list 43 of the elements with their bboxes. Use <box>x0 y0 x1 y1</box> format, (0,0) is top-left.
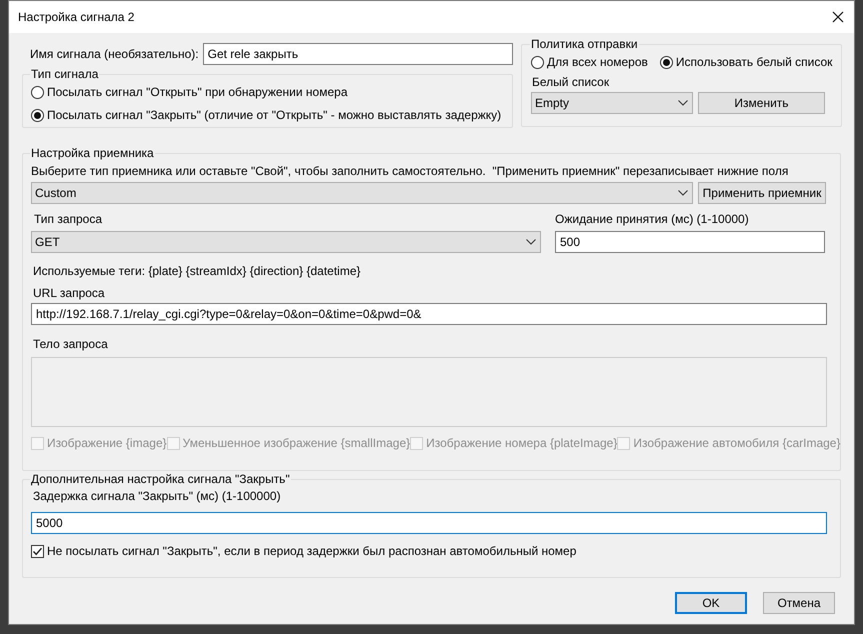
dropdown[interactable]: Custom <box>31 182 693 204</box>
chevron-down-icon <box>678 190 688 196</box>
group-title: Дополнительная настройка сигнала "Закрыть" <box>30 473 291 485</box>
chevron-down-icon <box>678 100 688 106</box>
group-title: Тип сигнала <box>30 68 100 80</box>
tags-text: Используемые теги: {plate} {streamIdx} {direction} {datetime} <box>32 263 362 280</box>
button[interactable]: Изменить <box>698 92 825 114</box>
radio-label: Использовать белый список <box>676 54 832 71</box>
field-label: Тип запроса <box>33 211 104 228</box>
radio-button[interactable] <box>531 56 544 68</box>
input-field[interactable]: 500 <box>555 231 825 253</box>
checkbox[interactable] <box>31 544 44 558</box>
checkbox-label: Изображение {image} <box>47 435 167 452</box>
field-label: Ожидание принятия (мс) (1-10000) <box>555 211 750 228</box>
radio-label: Посылать сигнал "Закрыть" (отличие от "Открыть" - можно выставлять задержку) <box>47 107 502 124</box>
dropdown[interactable]: Empty <box>531 92 693 114</box>
close-icon[interactable] <box>832 11 844 23</box>
checkbox-label: Уменьшенное изображение {smallImage} <box>182 435 410 452</box>
radio-button[interactable] <box>31 108 44 122</box>
radio-label: Для всех номеров <box>547 54 648 71</box>
input-field[interactable]: http://192.168.7.1/relay_cgi.cgi?type=0&relay=0&on=0&time=0&pwd=0& <box>31 303 827 325</box>
checkbox-label: Изображение автомобиля {carImage} <box>633 435 840 452</box>
input-field[interactable]: Get rele закрыть <box>202 42 513 64</box>
window-title: Настройка сигнала 2 <box>18 9 134 26</box>
button[interactable]: OK <box>675 592 747 614</box>
checkbox-label: Не посылать сигнал "Закрыть", если в период задержки был распознан автомобильный номер <box>47 543 576 560</box>
field-label: Тело запроса <box>32 336 109 353</box>
button[interactable]: Применить приемник <box>698 182 826 204</box>
radio-button[interactable] <box>31 86 44 98</box>
input-field[interactable]: 5000 <box>31 512 827 534</box>
button[interactable]: Отмена <box>763 592 835 614</box>
field-label: URL запроса <box>32 285 106 302</box>
radio-label: Посылать сигнал "Открыть" при обнаружении номера <box>47 84 348 101</box>
radio-button[interactable] <box>660 56 673 68</box>
dropdown[interactable]: GET <box>31 231 541 253</box>
field-label: Белый список <box>531 74 610 91</box>
field-label: Имя сигнала (необязательно): <box>30 46 199 62</box>
checkbox-label: Изображение номера {plateImage} <box>426 435 618 452</box>
chevron-down-icon <box>526 239 536 245</box>
group-title: Политика отправки <box>530 38 639 50</box>
field-label: Задержка сигнала "Закрыть" (мс) (1-100000) <box>32 488 282 505</box>
hint-text: Выберите тип приемника или оставьте "Свой", чтобы заполнить самостоятельно. "Применить приемник" перезаписывает нижние поля <box>31 163 790 180</box>
group-title: Настройка приемника <box>30 147 155 159</box>
